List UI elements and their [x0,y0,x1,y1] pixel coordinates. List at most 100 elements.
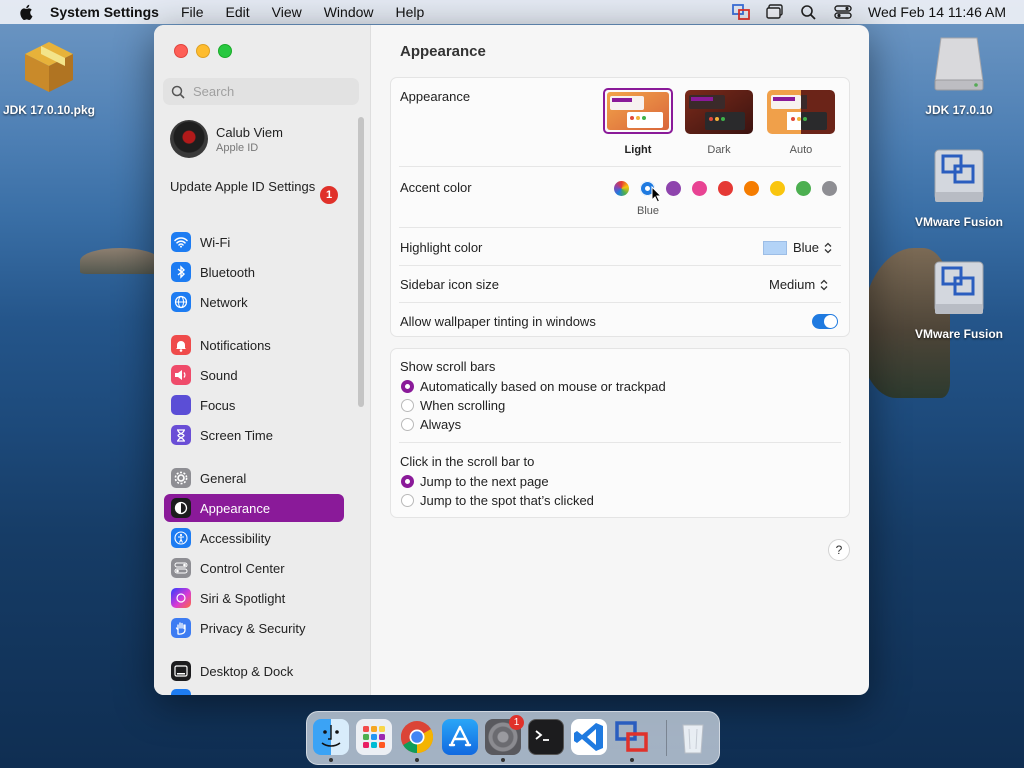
app-store-icon[interactable] [442,719,478,755]
apple-icon[interactable] [18,3,36,21]
vmware-fusion-icon[interactable] [614,719,650,755]
menu-file[interactable]: File [181,4,204,20]
accent-multicolor-swatch[interactable] [614,181,629,196]
accent-red-swatch[interactable] [718,181,733,196]
sidebar-item-control-center[interactable]: Control Center [164,554,344,582]
help-button[interactable]: ? [828,539,850,561]
screen-mirroring-icon[interactable] [766,4,784,20]
scroll-bars-always-radio[interactable] [401,418,414,431]
desktop-icon-vmware-1[interactable]: VMware Fusion [904,146,1014,229]
menu-help[interactable]: Help [396,4,425,20]
sidebar-item-notifications[interactable]: Notifications [164,331,344,359]
jump-next-page-radio[interactable] [401,475,414,488]
sidebar-item-siri-spotlight[interactable]: Siri & Spotlight [164,584,344,612]
control-center-icon[interactable] [834,4,852,20]
vscode-logo [574,723,603,751]
vscode-icon[interactable] [571,719,607,755]
sidebar-item-focus[interactable]: Focus [164,391,344,419]
appearance-option-light-label: Light [624,144,652,156]
system-settings-window: Calub Viem Apple ID Update Apple ID Sett… [154,25,869,695]
running-indicator [329,758,333,762]
sidebar-item-label: General [200,470,247,486]
light-mode-thumbnail [607,92,669,130]
trash-icon[interactable] [675,719,711,755]
accent-orange-swatch[interactable] [744,181,759,196]
menu-window[interactable]: Window [324,4,374,20]
sidebar-item-desktop-dock[interactable]: Desktop & Dock [164,657,344,685]
wifi-icon [171,232,191,252]
sidebar-item-screen-time[interactable]: Screen Time [164,421,344,449]
wallpaper-tinting-toggle[interactable] [812,314,838,329]
accessibility-icon [171,528,191,548]
chrome-logo [400,721,434,754]
speaker-icon [171,365,191,385]
jump-next-page-label[interactable]: Jump to the next page [420,474,549,489]
appearance-option-light[interactable] [603,88,673,134]
scroll-bars-always-label[interactable]: Always [420,417,461,432]
menu-app-name[interactable]: System Settings [50,4,159,20]
appearance-option-dark[interactable] [685,90,753,134]
close-button[interactable] [174,44,188,58]
scroll-bars-scrolling-label[interactable]: When scrolling [420,398,505,413]
zoom-button[interactable] [218,44,232,58]
menu-view[interactable]: View [272,4,302,20]
finder-icon[interactable] [313,719,349,755]
auto-mode-thumbnail [767,90,835,134]
launchpad-icon[interactable] [356,719,392,755]
finder-face [321,725,341,747]
accent-yellow-swatch[interactable] [770,181,785,196]
sidebar-item-label: Focus [200,397,236,413]
menubar-clock[interactable]: Wed Feb 14 11:46 AM [868,4,1006,20]
sidebar-item-network[interactable]: Network [164,288,344,316]
search-input[interactable] [191,83,355,100]
minimize-button[interactable] [196,44,210,58]
scroll-bars-scrolling-radio[interactable] [401,399,414,412]
bell-icon [171,335,191,355]
divider [399,442,841,443]
running-indicator [630,758,634,762]
sidebar-item-sound[interactable]: Sound [164,361,344,389]
appearance-settings-group: Appearance Light Dark Auto Accent color … [390,77,850,337]
update-apple-id-item[interactable]: Update Apple ID Settings [170,179,340,195]
desktop-icon-jdk-pkg[interactable]: JDK 17.0.10.pkg [0,36,104,117]
dock: 1 [306,711,720,765]
accent-color-label: Accent color [400,180,472,195]
appearance-option-auto-label: Auto [789,144,813,156]
scroll-bars-auto-radio[interactable] [401,380,414,393]
apple-id-profile[interactable]: Calub Viem Apple ID [170,120,283,158]
jump-spot-clicked-label[interactable]: Jump to the spot that’s clicked [420,493,594,508]
sidebar-item-label: Desktop & Dock [200,663,294,679]
jump-spot-clicked-radio[interactable] [401,494,414,507]
sidebar-icon-size-value: Medium [769,277,816,292]
selected-indicator [645,186,650,191]
spotlight-search-icon[interactable] [800,4,818,20]
app-store-a [448,725,472,747]
desktop-icon-vmware-2[interactable]: VMware Fusion [904,258,1014,341]
accent-graphite-swatch[interactable] [822,181,837,196]
menu-edit[interactable]: Edit [226,4,250,20]
desktop-icon-jdk-volume[interactable]: JDK 17.0.10 [904,34,1014,117]
system-settings-icon[interactable]: 1 [485,715,524,755]
chrome-icon[interactable] [399,719,435,755]
accent-pink-swatch[interactable] [692,181,707,196]
sidebar-icon-size-popup[interactable]: Medium [769,277,828,292]
sidebar-scrollbar[interactable] [358,117,364,407]
appearance-icon [171,498,191,518]
page-title: Appearance [400,43,486,60]
sidebar-item-privacy-security[interactable]: Privacy & Security [164,614,344,642]
sidebar-item-wifi[interactable]: Wi-Fi [164,228,344,256]
appearance-option-auto[interactable] [767,90,835,134]
sidebar-item-general[interactable]: General [164,464,344,492]
menu-bar: System Settings File Edit View Window He… [0,0,1024,24]
sidebar-item-bluetooth[interactable]: Bluetooth [164,258,344,286]
scroll-bars-auto-label[interactable]: Automatically based on mouse or trackpad [420,379,666,394]
sidebar-item-label: Bluetooth [200,264,255,280]
highlight-color-popup[interactable]: Blue [763,240,832,255]
search-field[interactable] [163,78,359,105]
sidebar-item-accessibility[interactable]: Accessibility [164,524,344,552]
accent-purple-swatch[interactable] [666,181,681,196]
vmware-menubar-icon[interactable] [732,4,750,20]
terminal-icon[interactable] [528,719,564,755]
sidebar-item-appearance[interactable]: Appearance [164,494,344,522]
accent-green-swatch[interactable] [796,181,811,196]
